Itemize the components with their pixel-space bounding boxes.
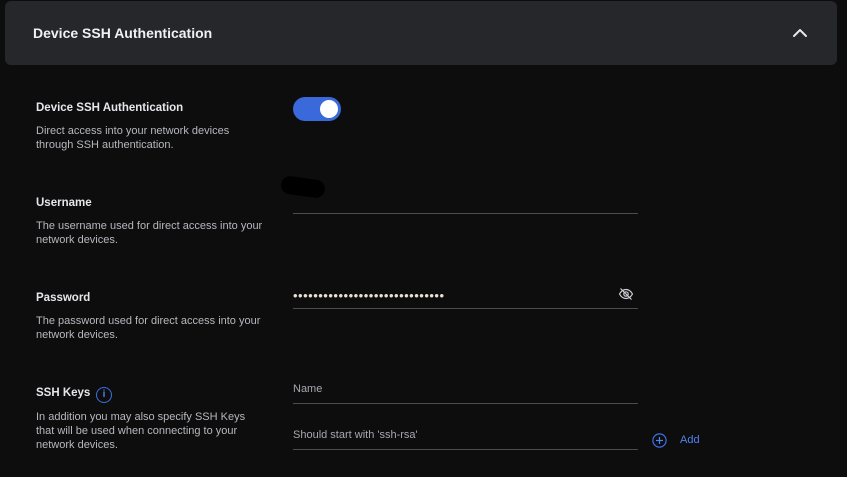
ssh-auth-label: Device SSH Authentication xyxy=(36,102,184,114)
plus-circle-icon xyxy=(652,432,667,448)
ssh-keys-description: In addition you may also specify SSH Key… xyxy=(36,411,246,451)
ssh-keys-label: SSH Keys xyxy=(36,387,91,399)
username-description: The username used for direct access into… xyxy=(36,220,263,246)
section-header[interactable]: Device SSH Authentication xyxy=(5,1,837,65)
password-label: Password xyxy=(36,292,91,304)
info-icon[interactable]: i xyxy=(96,387,112,403)
ssh-key-value-input[interactable]: Should start with 'ssh-rsa' xyxy=(293,426,638,450)
ssh-key-name-input[interactable]: Name xyxy=(293,380,638,404)
username-label: Username xyxy=(36,197,92,209)
toggle-knob xyxy=(320,100,338,118)
add-ssh-key-button[interactable]: Add xyxy=(652,431,700,449)
username-field[interactable] xyxy=(279,175,638,214)
ssh-auth-toggle[interactable] xyxy=(293,97,341,121)
password-value: •••••••••••••••••••••••••••••• xyxy=(293,288,445,303)
eye-off-icon[interactable] xyxy=(618,286,634,302)
chevron-up-icon[interactable] xyxy=(791,24,809,42)
ssh-auth-description: Direct access into your network devices … xyxy=(36,125,230,151)
redacted-value xyxy=(279,175,327,199)
password-field[interactable]: •••••••••••••••••••••••••••••• xyxy=(293,288,638,309)
add-label: Add xyxy=(680,434,700,446)
section-title: Device SSH Authentication xyxy=(33,25,213,41)
ssh-key-value-placeholder: Should start with 'ssh-rsa' xyxy=(293,429,418,441)
password-description: The password used for direct access into… xyxy=(36,315,261,341)
ssh-key-name-placeholder: Name xyxy=(293,383,323,395)
